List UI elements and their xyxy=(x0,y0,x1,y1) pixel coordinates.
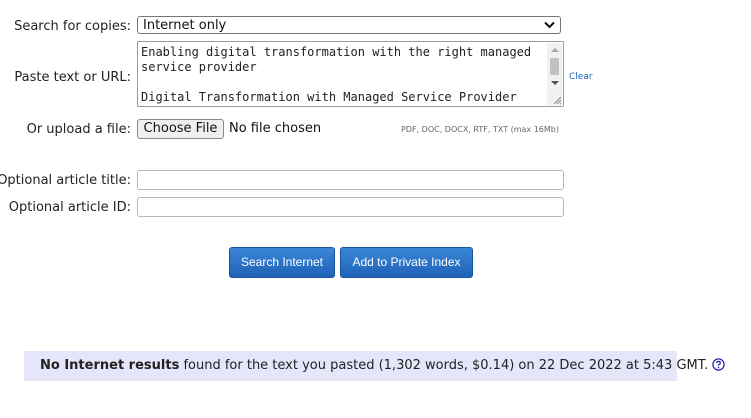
upload-file-label: Or upload a file: xyxy=(26,122,131,137)
file-status: No file chosen xyxy=(229,121,322,136)
scroll-down-arrow-icon[interactable] xyxy=(551,81,559,85)
article-title-label: Optional article title: xyxy=(0,173,131,188)
article-id-input[interactable] xyxy=(137,197,564,217)
search-scope-value: Internet only xyxy=(143,18,227,33)
article-title-input[interactable] xyxy=(137,170,564,190)
article-id-label: Optional article ID: xyxy=(8,200,131,215)
file-types-hint: PDF, DOC, DOCX, RTF, TXT (max 16Mb) xyxy=(401,125,559,134)
help-icon[interactable] xyxy=(712,358,725,371)
search-for-copies-label: Search for copies: xyxy=(14,19,131,34)
resize-grip-icon[interactable] xyxy=(552,95,562,105)
add-private-index-button[interactable]: Add to Private Index xyxy=(340,247,473,278)
paste-text-content: Enabling digital transformation with the… xyxy=(141,45,532,104)
result-banner: No Internet results found for the text y… xyxy=(24,351,725,381)
chevron-down-icon xyxy=(544,21,555,29)
paste-text-area[interactable]: Enabling digital transformation with the… xyxy=(137,41,564,107)
search-scope-select[interactable]: Internet only xyxy=(137,16,561,34)
search-internet-button[interactable]: Search Internet xyxy=(229,247,335,278)
clear-link[interactable]: Clear xyxy=(569,72,593,82)
result-status: No Internet results xyxy=(40,358,180,373)
scroll-up-arrow-icon[interactable] xyxy=(551,48,559,52)
result-message: No Internet results found for the text y… xyxy=(40,358,725,373)
choose-file-button[interactable]: Choose File xyxy=(137,119,224,139)
result-details: found for the text you pasted (1,302 wor… xyxy=(179,358,709,373)
scroll-thumb[interactable] xyxy=(550,58,559,75)
paste-text-label: Paste text or URL: xyxy=(14,70,131,85)
